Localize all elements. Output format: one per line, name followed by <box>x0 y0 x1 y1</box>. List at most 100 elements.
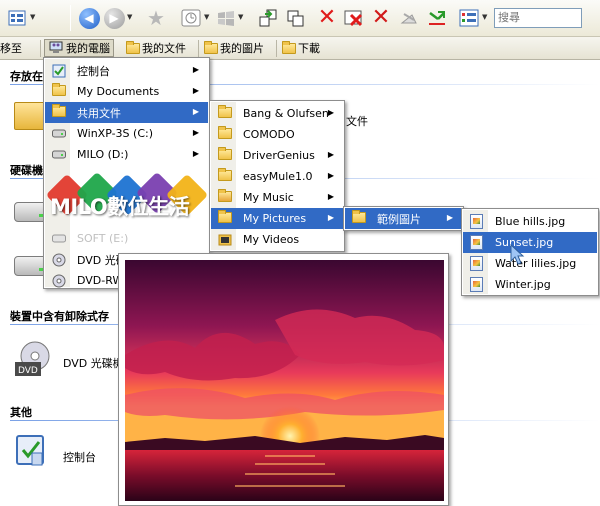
image-file-icon <box>470 214 483 232</box>
menu-item-drive-d[interactable]: MILO (D:) ▶ <box>45 144 208 165</box>
music-folder-icon <box>218 189 232 205</box>
menu-item-my-pictures[interactable]: My Pictures ▶ <box>211 208 343 229</box>
menu-item-water-lilies[interactable]: Water lilies.jpg <box>463 253 597 274</box>
submenu-arrow-icon: ▶ <box>192 128 199 137</box>
menu-item-drive-c[interactable]: WinXP-3S (C:) ▶ <box>45 123 208 144</box>
menu-item-easymule[interactable]: easyMule1.0 ▶ <box>211 166 343 187</box>
folder-icon <box>282 40 296 54</box>
computer-icon <box>49 41 63 53</box>
link-my-documents-label: 我的文件 <box>142 42 186 55</box>
svg-text:DVD: DVD <box>18 366 38 376</box>
forward-icon[interactable]: ▶ <box>103 7 125 29</box>
menu-item-label: COMODO <box>243 128 295 141</box>
views-icon[interactable] <box>6 7 28 29</box>
menu-item-label: 範例圖片 <box>377 212 421 226</box>
menu-item-label: WinXP-3S (C:) <box>77 127 154 140</box>
menu-item-my-music[interactable]: My Music ▶ <box>211 187 343 208</box>
menu-item-control-panel[interactable]: 控制台 ▶ <box>45 60 208 81</box>
search-input[interactable] <box>494 8 582 28</box>
menu-item-bang-olufsen[interactable]: Bang & Olufsen ▶ <box>211 103 343 124</box>
control-panel-icon[interactable] <box>14 433 48 470</box>
menu-item-label: Winter.jpg <box>495 278 551 291</box>
folder-label[interactable]: 文件 <box>346 113 368 129</box>
folder-icon <box>352 210 366 226</box>
toolbar-divider <box>70 5 71 31</box>
menu-item-my-documents[interactable]: My Documents ▶ <box>45 81 208 102</box>
link-downloads[interactable]: 下載 <box>282 39 320 57</box>
links-divider <box>198 40 199 57</box>
menu-item-label: My Music <box>243 191 294 204</box>
submenu-arrow-icon: ▶ <box>192 86 199 95</box>
windows-icon[interactable] <box>215 7 237 29</box>
menu-item-label: DriverGenius <box>243 149 315 162</box>
chevron-down-icon[interactable]: ▼ <box>30 13 35 21</box>
control-panel-label[interactable]: 控制台 <box>63 449 96 465</box>
sunset-thumbnail <box>125 260 444 501</box>
arrow-icon[interactable] <box>426 7 448 29</box>
folder-icon <box>52 104 66 120</box>
link-my-pictures[interactable]: 我的圖片 <box>204 39 264 57</box>
menu-item-shared-documents[interactable]: 共用文件 ▶ <box>45 102 208 123</box>
submenu-arrow-icon: ▶ <box>327 108 334 117</box>
history-icon[interactable] <box>180 7 202 29</box>
link-my-pictures-label: 我的圖片 <box>220 42 264 55</box>
links-divider <box>276 40 277 57</box>
folder-icon <box>218 126 232 142</box>
copy-to-icon[interactable] <box>284 7 306 29</box>
link-my-computer-label: 我的電腦 <box>66 42 110 55</box>
menu-item-sunset[interactable]: Sunset.jpg <box>463 232 597 253</box>
mouse-cursor-icon <box>510 243 526 269</box>
folder-icon <box>218 105 232 121</box>
submenu-arrow-icon: ▶ <box>327 171 334 180</box>
menu-item-winter[interactable]: Winter.jpg <box>463 274 597 295</box>
undo-icon[interactable] <box>398 7 420 29</box>
menu-item-blue-hills[interactable]: Blue hills.jpg <box>463 211 597 232</box>
pictures-folder-icon <box>218 210 232 226</box>
image-file-icon <box>470 235 483 253</box>
delete-icon[interactable]: ✕ <box>316 7 338 29</box>
link-downloads-label: 下載 <box>298 42 320 55</box>
toolbar: ▼ ◀ ▶ ▼ ★ ▼ ▼ ✕ ✕ ▼ <box>0 0 600 37</box>
links-divider <box>40 40 41 57</box>
chevron-down-icon[interactable]: ▼ <box>204 13 209 21</box>
back-icon[interactable]: ◀ <box>78 7 100 29</box>
folder-icon <box>218 147 232 163</box>
menu-item-label: My Videos <box>243 233 300 246</box>
delete-file-icon[interactable] <box>343 7 365 29</box>
link-my-documents[interactable]: 我的文件 <box>126 39 186 57</box>
sample-pictures-menu: Blue hills.jpg Sunset.jpg Water lilies.j… <box>461 208 599 296</box>
menu-item-label: MILO (D:) <box>77 148 129 161</box>
logo-text: MILO數位生活 <box>50 195 190 219</box>
menu-item-drivergenius[interactable]: DriverGenius ▶ <box>211 145 343 166</box>
properties-icon[interactable] <box>458 7 480 29</box>
section-heading: 存放在 <box>10 70 43 83</box>
chevron-down-icon[interactable]: ▼ <box>127 13 132 21</box>
folder-icon <box>218 168 232 184</box>
menu-item-label: 控制台 <box>77 64 110 78</box>
menu-item-label: easyMule1.0 <box>243 170 313 183</box>
chevron-down-icon[interactable]: ▼ <box>482 13 487 21</box>
shared-documents-menu: Bang & Olufsen ▶ COMODO DriverGenius ▶ e… <box>209 100 345 252</box>
folder-icon <box>52 83 66 99</box>
dvd-drive-icon <box>52 253 66 270</box>
chevron-down-icon[interactable]: ▼ <box>238 13 243 21</box>
favorites-icon[interactable]: ★ <box>145 7 167 29</box>
move-to-icon[interactable] <box>257 7 279 29</box>
drive-icon <box>52 127 66 142</box>
section-heading: 裝置中含有卸除式存 <box>10 310 109 323</box>
link-my-computer[interactable]: 我的電腦 <box>44 39 114 57</box>
menu-item-my-videos[interactable]: My Videos <box>211 229 343 250</box>
dvd-drive-icon <box>52 274 66 291</box>
delete-red-icon[interactable]: ✕ <box>370 7 392 29</box>
menu-item-sample-pictures[interactable]: 範例圖片 ▶ <box>345 208 462 229</box>
dvd-drive-label[interactable]: DVD 光碟機 <box>63 355 124 371</box>
section-heading: 其他 <box>10 406 32 419</box>
control-panel-icon <box>52 64 66 81</box>
milo-logo: MILO數位生活 <box>44 171 212 238</box>
dvd-drive-icon[interactable]: DVD <box>13 340 53 383</box>
submenu-arrow-icon: ▶ <box>192 107 199 116</box>
image-file-icon <box>470 277 483 295</box>
video-folder-icon <box>218 233 232 250</box>
menu-item-label: Bang & Olufsen <box>243 107 329 120</box>
menu-item-comodo[interactable]: COMODO <box>211 124 343 145</box>
